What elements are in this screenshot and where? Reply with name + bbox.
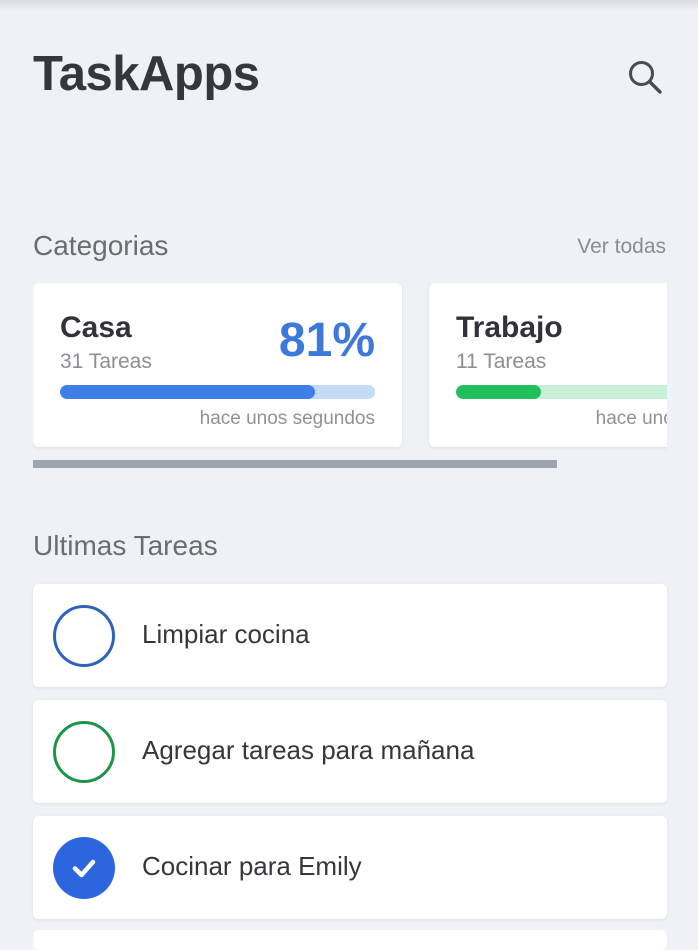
task-checkbox[interactable] — [53, 721, 115, 783]
task-item[interactable]: Limpiar cocina — [33, 584, 667, 687]
see-all-link[interactable]: Ver todas — [577, 235, 666, 259]
task-item[interactable]: Cocinar para Emily — [33, 816, 667, 919]
search-button[interactable] — [624, 56, 666, 98]
category-progress-fill — [60, 385, 316, 399]
app-title: TaskApps — [33, 47, 260, 101]
category-card-casa[interactable]: Casa 31 Tareas 81% hace unos segundos — [33, 283, 402, 447]
check-icon — [72, 859, 96, 878]
task-label: Agregar tareas para mañana — [142, 735, 475, 765]
category-updated-time: hace unos segundos — [595, 408, 667, 429]
category-percent: 81% — [278, 314, 375, 367]
top-shadow — [0, 0, 698, 10]
task-item[interactable]: Agregar tareas para mañana — [33, 700, 667, 803]
category-updated-time: hace unos segundos — [199, 408, 375, 429]
categories-title: Categorias — [33, 230, 169, 261]
categories-carousel[interactable]: Casa 31 Tareas 81% hace unos segundos Tr… — [33, 283, 667, 453]
category-card-trabajo[interactable]: Trabajo 11 Tareas hace unos segundos — [429, 283, 667, 447]
category-task-count: 11 Tareas — [456, 350, 547, 373]
category-progress-bar — [60, 385, 375, 399]
task-item-partial[interactable] — [33, 930, 667, 950]
category-task-count: 31 Tareas — [60, 350, 152, 373]
task-checkbox[interactable] — [53, 837, 115, 899]
task-checkbox[interactable] — [53, 605, 115, 667]
category-name: Casa — [60, 311, 132, 344]
tasks-title: Ultimas Tareas — [33, 530, 218, 561]
task-label: Limpiar cocina — [142, 619, 310, 649]
category-name: Trabajo — [456, 311, 563, 344]
category-progress-bar — [456, 385, 667, 399]
category-progress-fill — [456, 385, 542, 399]
search-icon — [629, 61, 662, 94]
categories-scrollbar[interactable] — [33, 460, 557, 468]
task-label: Cocinar para Emily — [142, 851, 362, 881]
